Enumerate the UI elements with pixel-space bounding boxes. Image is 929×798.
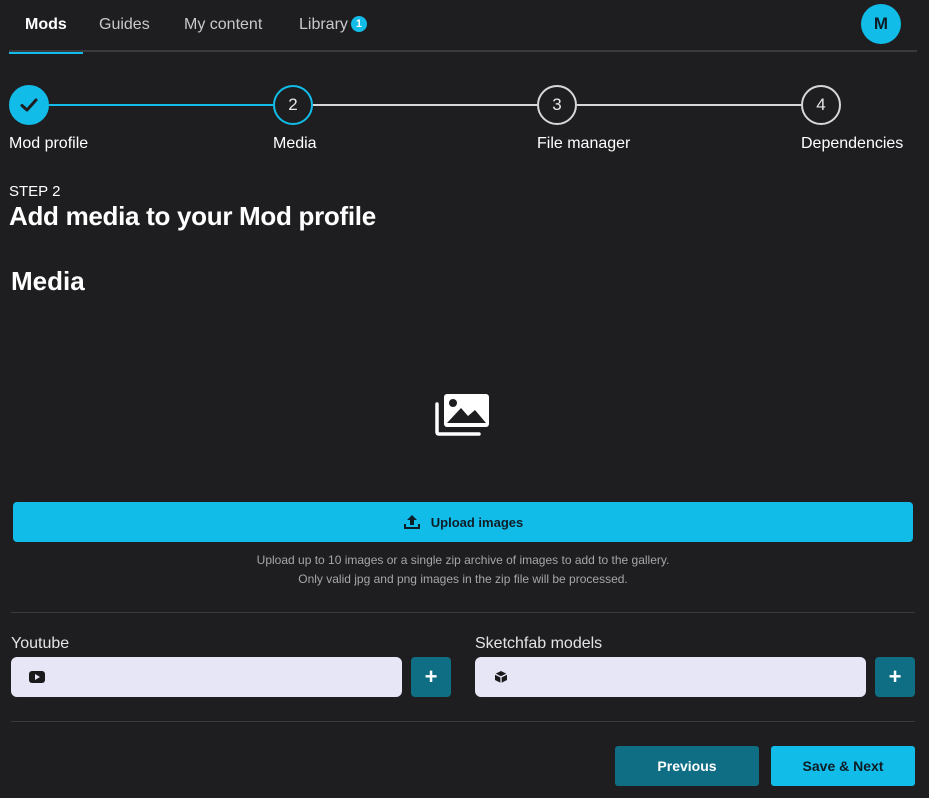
- upload-help-line-1: Upload up to 10 images or a single zip a…: [256, 553, 670, 567]
- upload-images-button[interactable]: Upload images: [13, 502, 913, 542]
- tab-my-content[interactable]: My content: [184, 0, 262, 52]
- step-connector-2: [313, 104, 537, 106]
- tab-mods-label: Mods: [25, 16, 67, 33]
- tab-guides[interactable]: Guides: [99, 0, 150, 52]
- youtube-label: Youtube: [11, 635, 70, 652]
- step-2-circle[interactable]: 2: [273, 85, 313, 125]
- step-1-circle[interactable]: [9, 85, 49, 125]
- step-4-circle[interactable]: 4: [801, 85, 841, 125]
- upload-images-label: Upload images: [430, 514, 524, 530]
- page-title: Add media to your Mod profile: [9, 201, 376, 231]
- tab-library[interactable]: Library 1: [299, 0, 367, 52]
- step-kicker: STEP 2: [9, 183, 61, 200]
- tab-mods[interactable]: Mods: [9, 0, 83, 54]
- save-next-button[interactable]: Save & Next: [771, 746, 915, 786]
- upload-help-line-2: Only valid jpg and png images in the zip…: [298, 572, 628, 586]
- library-count-badge: 1: [350, 16, 367, 32]
- add-sketchfab-button[interactable]: +: [875, 657, 915, 697]
- divider-bottom: [11, 721, 915, 722]
- media-section-title: Media: [11, 266, 85, 296]
- step-connector-1: [49, 104, 273, 106]
- cube-icon: [494, 671, 508, 683]
- step-2-label: Media: [273, 135, 317, 152]
- divider-top: [11, 612, 915, 613]
- user-avatar[interactable]: M: [861, 4, 901, 44]
- tab-library-label: Library: [299, 16, 348, 33]
- tab-guides-label: Guides: [99, 16, 150, 33]
- upload-help-text: Upload up to 10 images or a single zip a…: [13, 551, 913, 589]
- step-1-label: Mod profile: [9, 135, 89, 152]
- youtube-icon: [29, 671, 45, 683]
- youtube-field[interactable]: [11, 657, 402, 697]
- sketchfab-field[interactable]: [475, 657, 866, 697]
- tab-my-content-label: My content: [184, 16, 263, 33]
- gallery-icon: [435, 394, 489, 436]
- youtube-input[interactable]: [59, 657, 392, 697]
- previous-button[interactable]: Previous: [615, 746, 759, 786]
- top-nav: Mods Guides My content Library 1: [9, 0, 917, 54]
- upload-icon: [403, 515, 420, 529]
- step-4-label: Dependencies: [801, 135, 904, 152]
- add-youtube-button[interactable]: +: [411, 657, 451, 697]
- step-3-label: File manager: [537, 135, 631, 152]
- step-connector-3: [577, 104, 801, 106]
- sketchfab-label: Sketchfab models: [475, 635, 603, 652]
- sketchfab-input[interactable]: [523, 657, 856, 697]
- checkmark-icon: [20, 98, 38, 112]
- step-3-circle[interactable]: 3: [537, 85, 577, 125]
